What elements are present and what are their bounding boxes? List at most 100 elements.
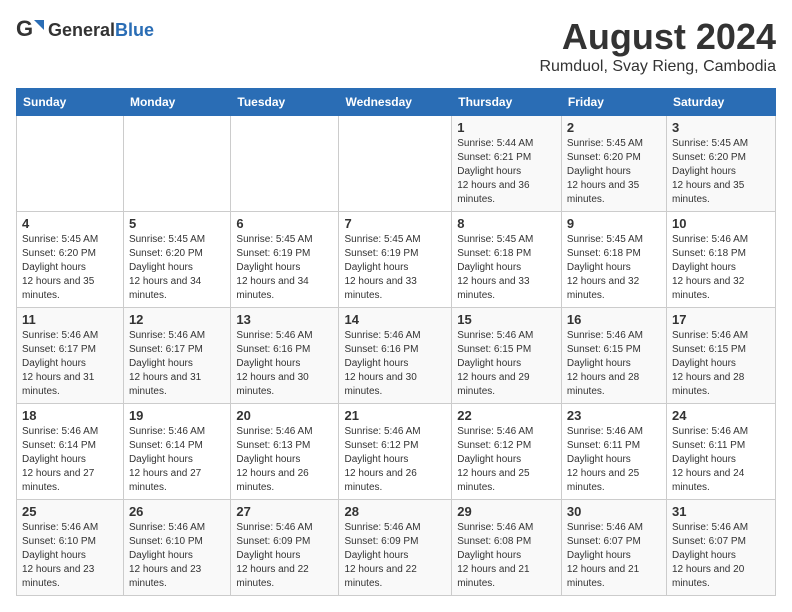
day-number: 14 <box>344 312 446 327</box>
day-info: Sunrise: 5:46 AM Sunset: 6:17 PM Dayligh… <box>22 329 118 399</box>
calendar-table: SundayMondayTuesdayWednesdayThursdayFrid… <box>16 88 776 596</box>
day-number: 19 <box>129 408 225 423</box>
day-info: Sunrise: 5:46 AM Sunset: 6:09 PM Dayligh… <box>236 521 333 591</box>
weekday-header-wednesday: Wednesday <box>339 89 452 116</box>
day-number: 6 <box>236 216 333 231</box>
day-info: Sunrise: 5:46 AM Sunset: 6:13 PM Dayligh… <box>236 425 333 495</box>
calendar-cell: 21 Sunrise: 5:46 AM Sunset: 6:12 PM Dayl… <box>339 404 452 500</box>
day-number: 12 <box>129 312 225 327</box>
day-number: 20 <box>236 408 333 423</box>
calendar-header: SundayMondayTuesdayWednesdayThursdayFrid… <box>17 89 776 116</box>
calendar-cell: 13 Sunrise: 5:46 AM Sunset: 6:16 PM Dayl… <box>231 308 339 404</box>
logo: G GeneralBlue <box>16 16 154 44</box>
day-info: Sunrise: 5:46 AM Sunset: 6:12 PM Dayligh… <box>457 425 556 495</box>
day-number: 28 <box>344 504 446 519</box>
calendar-cell: 25 Sunrise: 5:46 AM Sunset: 6:10 PM Dayl… <box>17 500 124 596</box>
weekday-header-sunday: Sunday <box>17 89 124 116</box>
calendar-cell <box>339 116 452 212</box>
day-info: Sunrise: 5:46 AM Sunset: 6:16 PM Dayligh… <box>236 329 333 399</box>
calendar-cell: 29 Sunrise: 5:46 AM Sunset: 6:08 PM Dayl… <box>452 500 562 596</box>
week-row-3: 11 Sunrise: 5:46 AM Sunset: 6:17 PM Dayl… <box>17 308 776 404</box>
title-area: August 2024 Rumduol, Svay Rieng, Cambodi… <box>539 16 776 76</box>
header: G GeneralBlue August 2024 Rumduol, Svay … <box>16 16 776 76</box>
weekday-header-thursday: Thursday <box>452 89 562 116</box>
day-number: 4 <box>22 216 118 231</box>
calendar-cell: 14 Sunrise: 5:46 AM Sunset: 6:16 PM Dayl… <box>339 308 452 404</box>
day-info: Sunrise: 5:46 AM Sunset: 6:08 PM Dayligh… <box>457 521 556 591</box>
day-info: Sunrise: 5:45 AM Sunset: 6:20 PM Dayligh… <box>129 233 225 303</box>
day-number: 30 <box>567 504 661 519</box>
day-number: 27 <box>236 504 333 519</box>
day-info: Sunrise: 5:46 AM Sunset: 6:15 PM Dayligh… <box>457 329 556 399</box>
day-number: 15 <box>457 312 556 327</box>
day-info: Sunrise: 5:46 AM Sunset: 6:07 PM Dayligh… <box>567 521 661 591</box>
day-info: Sunrise: 5:46 AM Sunset: 6:14 PM Dayligh… <box>129 425 225 495</box>
week-row-1: 1 Sunrise: 5:44 AM Sunset: 6:21 PM Dayli… <box>17 116 776 212</box>
day-info: Sunrise: 5:46 AM Sunset: 6:17 PM Dayligh… <box>129 329 225 399</box>
day-info: Sunrise: 5:46 AM Sunset: 6:11 PM Dayligh… <box>672 425 770 495</box>
day-number: 13 <box>236 312 333 327</box>
day-number: 18 <box>22 408 118 423</box>
logo-general: General <box>48 20 115 40</box>
calendar-cell: 12 Sunrise: 5:46 AM Sunset: 6:17 PM Dayl… <box>123 308 230 404</box>
weekday-row: SundayMondayTuesdayWednesdayThursdayFrid… <box>17 89 776 116</box>
weekday-header-tuesday: Tuesday <box>231 89 339 116</box>
calendar-cell: 1 Sunrise: 5:44 AM Sunset: 6:21 PM Dayli… <box>452 116 562 212</box>
weekday-header-monday: Monday <box>123 89 230 116</box>
calendar-cell: 26 Sunrise: 5:46 AM Sunset: 6:10 PM Dayl… <box>123 500 230 596</box>
day-info: Sunrise: 5:45 AM Sunset: 6:18 PM Dayligh… <box>567 233 661 303</box>
calendar-cell: 9 Sunrise: 5:45 AM Sunset: 6:18 PM Dayli… <box>561 212 666 308</box>
day-info: Sunrise: 5:45 AM Sunset: 6:20 PM Dayligh… <box>22 233 118 303</box>
day-number: 29 <box>457 504 556 519</box>
calendar-cell <box>17 116 124 212</box>
day-info: Sunrise: 5:46 AM Sunset: 6:15 PM Dayligh… <box>567 329 661 399</box>
main-title: August 2024 <box>539 16 776 58</box>
day-info: Sunrise: 5:45 AM Sunset: 6:18 PM Dayligh… <box>457 233 556 303</box>
day-number: 23 <box>567 408 661 423</box>
day-number: 8 <box>457 216 556 231</box>
day-info: Sunrise: 5:45 AM Sunset: 6:19 PM Dayligh… <box>236 233 333 303</box>
calendar-cell <box>123 116 230 212</box>
day-info: Sunrise: 5:45 AM Sunset: 6:19 PM Dayligh… <box>344 233 446 303</box>
day-info: Sunrise: 5:46 AM Sunset: 6:12 PM Dayligh… <box>344 425 446 495</box>
day-info: Sunrise: 5:46 AM Sunset: 6:07 PM Dayligh… <box>672 521 770 591</box>
calendar-cell: 22 Sunrise: 5:46 AM Sunset: 6:12 PM Dayl… <box>452 404 562 500</box>
day-info: Sunrise: 5:46 AM Sunset: 6:11 PM Dayligh… <box>567 425 661 495</box>
calendar-cell: 17 Sunrise: 5:46 AM Sunset: 6:15 PM Dayl… <box>666 308 775 404</box>
day-number: 31 <box>672 504 770 519</box>
day-number: 7 <box>344 216 446 231</box>
day-info: Sunrise: 5:45 AM Sunset: 6:20 PM Dayligh… <box>567 137 661 207</box>
svg-text:G: G <box>16 16 33 41</box>
day-info: Sunrise: 5:46 AM Sunset: 6:14 PM Dayligh… <box>22 425 118 495</box>
day-number: 5 <box>129 216 225 231</box>
calendar-cell: 31 Sunrise: 5:46 AM Sunset: 6:07 PM Dayl… <box>666 500 775 596</box>
week-row-5: 25 Sunrise: 5:46 AM Sunset: 6:10 PM Dayl… <box>17 500 776 596</box>
day-number: 24 <box>672 408 770 423</box>
day-number: 21 <box>344 408 446 423</box>
calendar-cell: 27 Sunrise: 5:46 AM Sunset: 6:09 PM Dayl… <box>231 500 339 596</box>
calendar-body: 1 Sunrise: 5:44 AM Sunset: 6:21 PM Dayli… <box>17 116 776 596</box>
day-number: 1 <box>457 120 556 135</box>
logo-blue: Blue <box>115 20 154 40</box>
subtitle: Rumduol, Svay Rieng, Cambodia <box>539 58 776 76</box>
calendar-cell: 20 Sunrise: 5:46 AM Sunset: 6:13 PM Dayl… <box>231 404 339 500</box>
day-number: 2 <box>567 120 661 135</box>
day-number: 9 <box>567 216 661 231</box>
day-info: Sunrise: 5:46 AM Sunset: 6:10 PM Dayligh… <box>129 521 225 591</box>
day-number: 22 <box>457 408 556 423</box>
day-number: 3 <box>672 120 770 135</box>
calendar-cell: 8 Sunrise: 5:45 AM Sunset: 6:18 PM Dayli… <box>452 212 562 308</box>
calendar-cell: 11 Sunrise: 5:46 AM Sunset: 6:17 PM Dayl… <box>17 308 124 404</box>
week-row-2: 4 Sunrise: 5:45 AM Sunset: 6:20 PM Dayli… <box>17 212 776 308</box>
day-number: 17 <box>672 312 770 327</box>
logo-icon: G <box>16 16 44 44</box>
calendar-cell: 19 Sunrise: 5:46 AM Sunset: 6:14 PM Dayl… <box>123 404 230 500</box>
day-number: 16 <box>567 312 661 327</box>
day-info: Sunrise: 5:44 AM Sunset: 6:21 PM Dayligh… <box>457 137 556 207</box>
calendar-cell: 4 Sunrise: 5:45 AM Sunset: 6:20 PM Dayli… <box>17 212 124 308</box>
calendar-cell <box>231 116 339 212</box>
calendar-cell: 24 Sunrise: 5:46 AM Sunset: 6:11 PM Dayl… <box>666 404 775 500</box>
day-info: Sunrise: 5:46 AM Sunset: 6:16 PM Dayligh… <box>344 329 446 399</box>
calendar-cell: 28 Sunrise: 5:46 AM Sunset: 6:09 PM Dayl… <box>339 500 452 596</box>
calendar-cell: 2 Sunrise: 5:45 AM Sunset: 6:20 PM Dayli… <box>561 116 666 212</box>
